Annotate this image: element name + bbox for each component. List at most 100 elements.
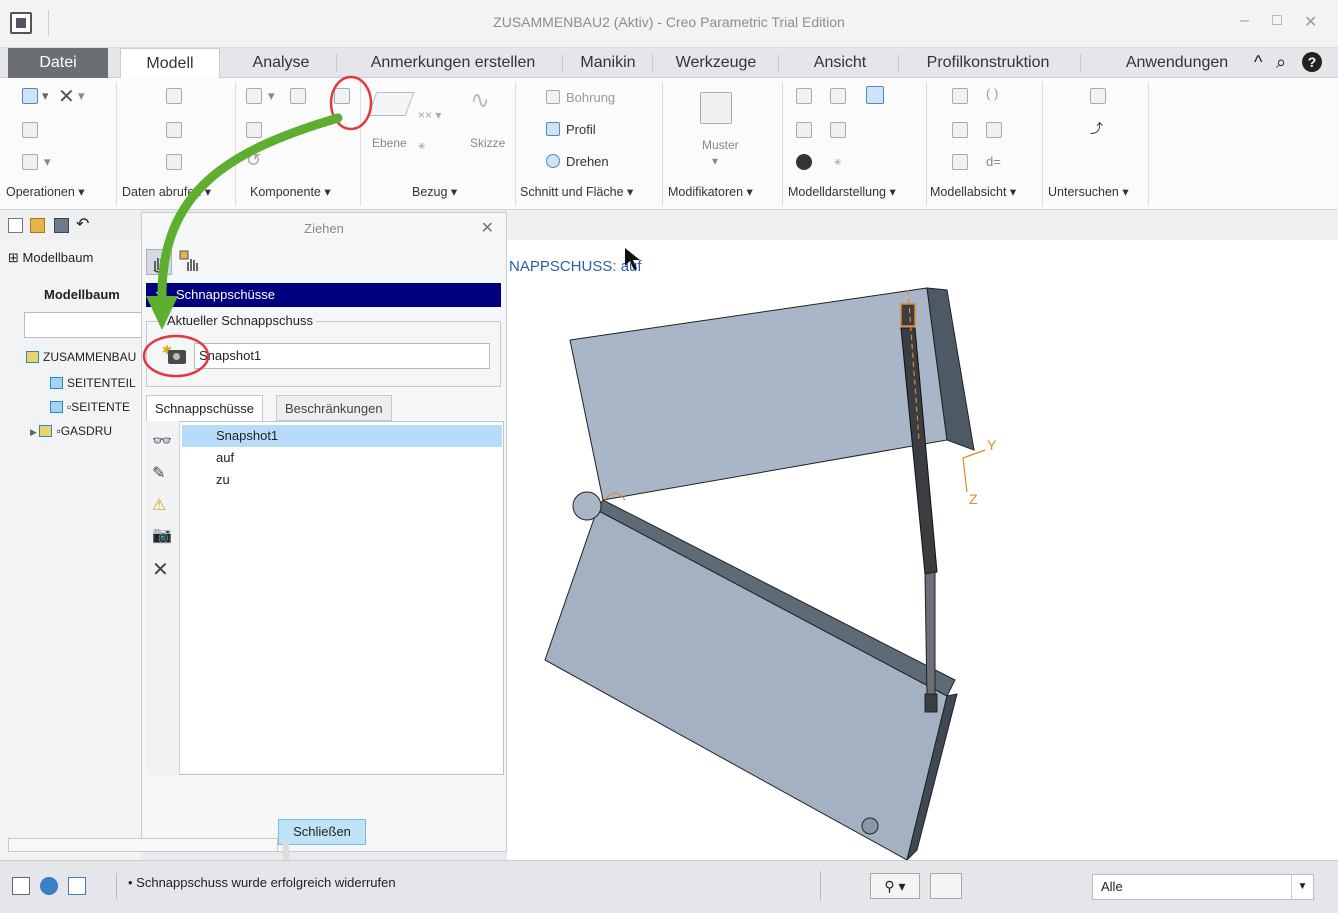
drag-components-icon[interactable] bbox=[334, 88, 350, 104]
profil-button[interactable]: Profil bbox=[566, 122, 596, 137]
program-icon[interactable] bbox=[952, 154, 968, 170]
display-style-icon[interactable] bbox=[866, 86, 884, 104]
reference-viewer-icon[interactable]: ⤴ bbox=[1090, 118, 1103, 137]
dropdown-caret[interactable]: ▾ bbox=[78, 88, 85, 104]
manage-views-icon[interactable] bbox=[796, 88, 812, 104]
undo-component-icon[interactable]: ↺ bbox=[246, 150, 261, 171]
group-label-modellabsicht[interactable]: Modellabsicht ▾ bbox=[930, 184, 1016, 199]
tab-werkzeuge[interactable]: Werkzeuge bbox=[656, 48, 776, 78]
maximize-button[interactable]: □ bbox=[1272, 12, 1282, 30]
sketch-icon[interactable]: ∿ bbox=[470, 86, 490, 115]
full-screen-icon[interactable] bbox=[68, 877, 86, 895]
copy-icon[interactable] bbox=[22, 122, 38, 138]
assemble-icon[interactable] bbox=[246, 88, 262, 104]
snapshots-section-header[interactable]: Schnappschüsse bbox=[146, 283, 501, 307]
group-label-schnitt-flaeche[interactable]: Schnitt und Fläche ▾ bbox=[520, 184, 633, 199]
datum-plane-icon[interactable] bbox=[367, 92, 415, 116]
regenerate-icon[interactable] bbox=[22, 88, 38, 104]
user-feature-icon[interactable] bbox=[166, 88, 182, 104]
model-tree-toggle-icon[interactable] bbox=[12, 877, 30, 895]
delete-snapshot-icon[interactable]: ✕ bbox=[152, 557, 169, 582]
list-item[interactable]: zu bbox=[182, 469, 502, 491]
selection-filter-select[interactable]: Alle ▼ bbox=[1092, 874, 1314, 900]
list-item[interactable]: Snapshot1 bbox=[182, 425, 502, 447]
dropdown-caret[interactable]: ▾ bbox=[712, 154, 718, 168]
bohrung-button[interactable]: Bohrung bbox=[566, 90, 615, 105]
tree-item[interactable]: ▶ ▫GASDRU bbox=[30, 424, 112, 438]
assembly-model[interactable]: Y Z bbox=[507, 210, 1338, 860]
tab-anmerkungen[interactable]: Anmerkungen erstellen bbox=[346, 48, 560, 78]
render-icon[interactable] bbox=[796, 154, 812, 170]
tab-analyse[interactable]: Analyse bbox=[228, 48, 334, 78]
model-tree-header[interactable]: ⊞ Modellbaum bbox=[8, 250, 93, 266]
search-icon[interactable]: ⌕ bbox=[1276, 52, 1286, 73]
pattern-icon[interactable] bbox=[700, 92, 732, 124]
save-icon[interactable] bbox=[54, 218, 69, 233]
skizze-label[interactable]: Skizze bbox=[470, 136, 505, 150]
help-icon[interactable]: ? bbox=[1302, 52, 1322, 72]
expand-icon[interactable]: ▶ bbox=[30, 427, 39, 437]
close-window-button[interactable]: ✕ bbox=[1304, 12, 1317, 32]
close-button[interactable]: Schließen bbox=[278, 819, 366, 845]
browser-icon[interactable] bbox=[40, 877, 58, 895]
tab-manikin[interactable]: Manikin bbox=[566, 48, 650, 78]
drag-body-icon[interactable] bbox=[178, 249, 204, 275]
undo-icon[interactable]: ↶ bbox=[76, 214, 91, 233]
tab-modell[interactable]: Modell bbox=[120, 48, 220, 79]
upper-plate-face[interactable] bbox=[569, 287, 948, 501]
chevron-down-icon[interactable]: ▼ bbox=[1291, 875, 1313, 899]
horizontal-scrollbar[interactable] bbox=[8, 838, 278, 852]
update-snapshot-icon[interactable]: 📷 bbox=[152, 525, 172, 545]
axis-icon[interactable]: ×× ▾ bbox=[418, 108, 441, 122]
new-file-icon[interactable] bbox=[8, 218, 23, 233]
tree-item[interactable]: ▫SEITENTE bbox=[50, 400, 130, 414]
tab-anwendungen[interactable]: Anwendungen bbox=[1112, 48, 1242, 78]
group-label-modelldarstellung[interactable]: Modelldarstellung ▾ bbox=[788, 184, 896, 199]
list-item[interactable]: auf bbox=[182, 447, 502, 469]
bill-of-materials-icon[interactable] bbox=[1090, 88, 1106, 104]
create-component-icon[interactable] bbox=[246, 122, 262, 138]
appearance-icon[interactable] bbox=[796, 122, 812, 138]
show-snapshot-glasses-icon[interactable]: 👓 bbox=[152, 431, 172, 451]
warning-icon[interactable]: ⚠ bbox=[152, 495, 166, 515]
graphics-viewport[interactable]: NAPPSCHUSS: auf Y Z bbox=[507, 210, 1338, 860]
drehen-button[interactable]: Drehen bbox=[566, 154, 609, 169]
group-label-daten-abrufen[interactable]: Daten abrufen ▾ bbox=[122, 184, 211, 199]
ebene-label[interactable]: Ebene bbox=[372, 136, 407, 150]
tree-item[interactable]: ZUSAMMENBAU bbox=[26, 350, 136, 364]
hole-icon[interactable] bbox=[546, 90, 560, 104]
tab-profilkonstruktion[interactable]: Profilkonstruktion bbox=[902, 48, 1074, 78]
mechanism-icon[interactable] bbox=[290, 88, 306, 104]
switch-dimensions-icon[interactable] bbox=[986, 122, 1002, 138]
dropdown-caret[interactable]: ▾ bbox=[44, 154, 51, 170]
layers-icon[interactable] bbox=[830, 122, 846, 138]
shrinkwrap-icon[interactable] bbox=[166, 154, 182, 170]
parameters-icon[interactable] bbox=[952, 88, 968, 104]
open-file-icon[interactable] bbox=[30, 218, 45, 233]
collapse-ribbon-icon[interactable]: ^ bbox=[1254, 52, 1262, 73]
lower-plate-face[interactable] bbox=[544, 509, 948, 860]
selection-filter-icon[interactable] bbox=[930, 873, 962, 899]
tab-beschraenkungen[interactable]: Beschränkungen bbox=[276, 395, 392, 421]
extrude-icon[interactable] bbox=[546, 122, 560, 136]
perspective-icon[interactable]: ⚹ bbox=[834, 154, 841, 169]
snapshot-name-input[interactable]: Snapshot1 bbox=[194, 343, 490, 369]
gas-spring-rod[interactable] bbox=[924, 571, 936, 699]
tree-item[interactable]: SEITENTEIL bbox=[50, 376, 136, 390]
edit-pencil-icon[interactable]: ✎ bbox=[152, 463, 165, 483]
minimize-button[interactable]: – bbox=[1240, 12, 1249, 30]
dialog-close-icon[interactable]: ✕ bbox=[481, 218, 494, 238]
panel-splitter[interactable] bbox=[283, 840, 289, 860]
family-table-icon[interactable] bbox=[952, 122, 968, 138]
section-icon[interactable] bbox=[830, 88, 846, 104]
muster-button[interactable]: Muster bbox=[702, 138, 739, 152]
dropdown-caret[interactable]: ▾ bbox=[42, 88, 49, 104]
find-binoculars-icon[interactable]: ⚲ ▾ bbox=[870, 873, 920, 899]
group-label-komponente[interactable]: Komponente ▾ bbox=[250, 184, 331, 199]
relations-icon[interactable]: ( ) bbox=[986, 86, 998, 101]
group-label-bezug[interactable]: Bezug ▾ bbox=[412, 184, 457, 199]
csys-icon[interactable]: ⚹ bbox=[418, 138, 425, 153]
delete-icon[interactable]: ✕ bbox=[58, 84, 75, 109]
tab-ansicht[interactable]: Ansicht bbox=[784, 48, 896, 78]
group-label-untersuchen[interactable]: Untersuchen ▾ bbox=[1048, 184, 1129, 199]
